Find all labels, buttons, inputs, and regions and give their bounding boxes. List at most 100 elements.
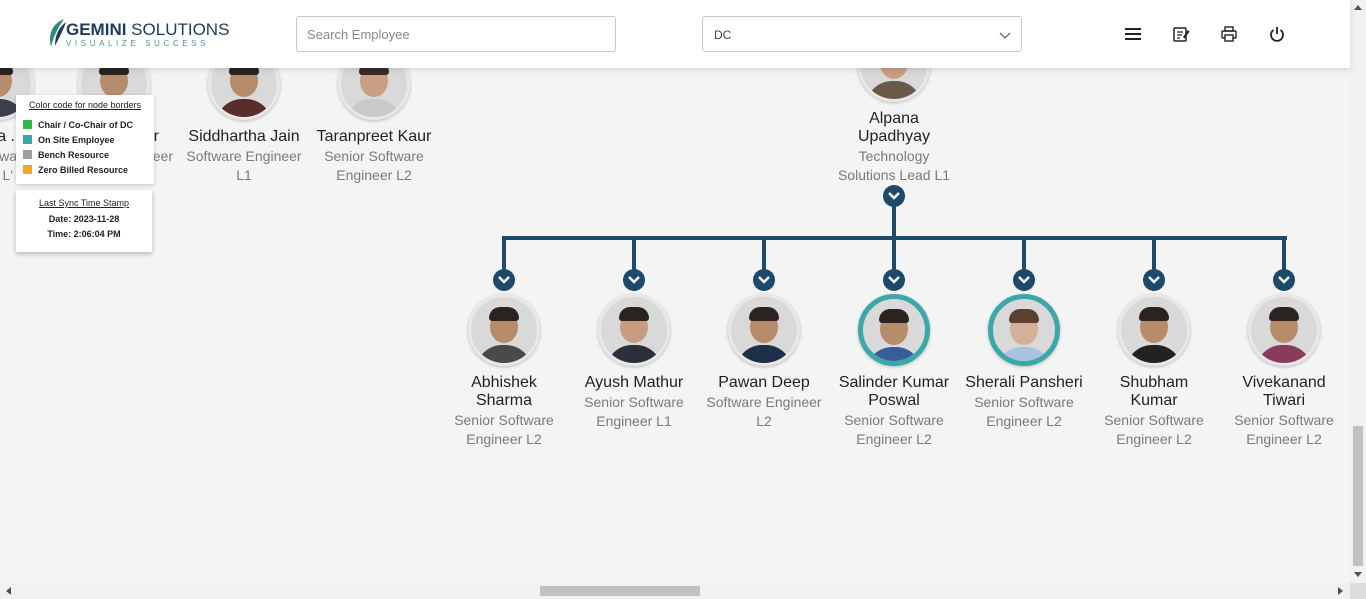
tree-connector	[632, 236, 636, 272]
tree-connector	[1022, 236, 1026, 272]
expand-toggle[interactable]	[1143, 269, 1165, 291]
employee-avatar	[728, 294, 800, 366]
chevron-down-icon	[758, 276, 770, 284]
scroll-down-arrow-icon[interactable]	[1354, 572, 1362, 578]
employee-node-siddhartha-jain[interactable]: Siddhartha Jain Software Engineer L1	[179, 48, 309, 184]
expand-toggle[interactable]	[883, 269, 905, 291]
employee-node-sherali-pansheri[interactable]: Sherali Pansheri Senior Software Enginee…	[959, 294, 1089, 430]
company-logo[interactable]: GEMINI SOLUTIONS VISUALIZE SUCCESS	[46, 16, 229, 50]
horizontal-scrollbar[interactable]	[0, 583, 1350, 599]
employee-name-line2: Upadhyay	[857, 128, 931, 145]
vertical-scrollbar[interactable]	[1350, 0, 1366, 583]
legend-item-zero-billed: Zero Billed Resource	[22, 163, 148, 178]
employee-name-line2: Tiwari	[1262, 392, 1306, 409]
notes-icon[interactable]	[1172, 25, 1190, 43]
employee-title-line2: Engineer L2	[466, 431, 542, 447]
employee-avatar	[1118, 294, 1190, 366]
employee-title-line2: Engineer L1	[596, 413, 672, 429]
employee-name: Ayush Mathur	[584, 374, 684, 391]
tree-connector	[762, 236, 766, 272]
legend-title: Color code for node borders	[28, 100, 142, 110]
legend-swatch	[23, 150, 32, 159]
scroll-up-arrow-icon[interactable]	[1354, 4, 1362, 10]
legend-item-onsite: On Site Employee	[22, 133, 148, 148]
employee-name: Abhishek	[471, 374, 537, 391]
department-select[interactable]: DC	[702, 16, 1022, 52]
legend-swatch	[23, 120, 32, 129]
legend-item-bench: Bench Resource	[22, 148, 148, 163]
last-sync-panel: Last Sync Time Stamp Date: 2023-11-28 Ti…	[16, 190, 152, 252]
tree-connector	[502, 236, 506, 272]
scroll-right-arrow-icon[interactable]	[1338, 587, 1344, 595]
employee-avatar	[468, 294, 540, 366]
employee-title: Senior Software	[844, 412, 944, 428]
employee-title: Software Engineer	[706, 394, 822, 410]
chevron-down-icon	[628, 276, 640, 284]
employee-name: Alpana	[869, 110, 919, 127]
search-employee-input[interactable]	[296, 16, 616, 52]
employee-name: Salinder Kumar	[838, 374, 950, 391]
employee-node-taranpreet-kaur[interactable]: Taranpreet Kaur Senior Software Engineer…	[309, 48, 439, 184]
scroll-left-arrow-icon[interactable]	[5, 587, 11, 595]
collapse-toggle[interactable]	[883, 185, 905, 207]
top-header: GEMINI SOLUTIONS VISUALIZE SUCCESS DC	[0, 0, 1350, 68]
employee-name-line2: Poswal	[868, 392, 920, 409]
expand-toggle[interactable]	[493, 269, 515, 291]
expand-toggle[interactable]	[1013, 269, 1035, 291]
hamburger-menu-icon[interactable]	[1124, 25, 1142, 43]
employee-title: Senior Software	[1234, 412, 1334, 428]
chevron-down-icon	[888, 192, 900, 200]
chevron-down-icon	[1278, 276, 1290, 284]
print-icon[interactable]	[1220, 25, 1238, 43]
employee-node-abhishek-sharma[interactable]: Abhishek Sharma Senior Software Engineer…	[439, 294, 569, 448]
chevron-down-icon	[1018, 276, 1030, 284]
employee-title-line2: Engineer L2	[856, 431, 932, 447]
employee-node-salinder-kumar-poswal[interactable]: Salinder Kumar Poswal Senior Software En…	[829, 294, 959, 448]
chevron-down-icon	[498, 276, 510, 284]
employee-title: Senior Software	[1104, 412, 1204, 428]
department-select-value: DC	[714, 28, 732, 42]
employee-avatar-onsite	[988, 294, 1060, 366]
power-icon[interactable]	[1268, 25, 1286, 43]
employee-avatar-onsite	[858, 294, 930, 366]
sync-date: Date: 2023-11-28	[48, 214, 120, 224]
employee-name: Taranpreet Kaur	[316, 128, 432, 145]
leaf-logo-icon	[50, 19, 66, 47]
legend-swatch	[23, 135, 32, 144]
tree-connector	[1282, 236, 1286, 272]
vertical-scroll-thumb[interactable]	[1353, 426, 1363, 566]
expand-toggle[interactable]	[623, 269, 645, 291]
employee-name: Vivekanand	[1242, 374, 1326, 391]
employee-node-vivekanand-tiwari[interactable]: Vivekanand Tiwari Senior Software Engine…	[1219, 294, 1349, 448]
employee-name: Siddhartha Jain	[188, 128, 300, 145]
chevron-down-icon	[999, 32, 1011, 39]
horizontal-scroll-thumb[interactable]	[540, 586, 700, 596]
tree-connector	[892, 205, 896, 239]
employee-avatar	[1248, 294, 1320, 366]
employee-avatar	[598, 294, 670, 366]
expand-toggle[interactable]	[753, 269, 775, 291]
expand-toggle[interactable]	[1273, 269, 1295, 291]
employee-node-shubham-kumar[interactable]: Shubham Kumar Senior Software Engineer L…	[1089, 294, 1219, 448]
employee-name: Sherali Pansheri	[965, 374, 1083, 391]
brand-name: GEMINI SOLUTIONS	[66, 20, 230, 39]
border-color-legend: Color code for node borders Chair / Co-C…	[16, 95, 154, 184]
employee-title-line2: Engineer L2	[1246, 431, 1322, 447]
employee-node-ayush-mathur[interactable]: Ayush Mathur Senior Software Engineer L1	[569, 294, 699, 430]
employee-title-line2: L1	[236, 167, 252, 183]
chevron-down-icon	[888, 276, 900, 284]
legend-swatch	[23, 165, 32, 174]
employee-title-line2: Solutions Lead L1	[837, 167, 951, 183]
employee-title: Senior Software	[974, 394, 1074, 410]
employee-title-line2: Engineer L2	[336, 167, 412, 183]
chevron-down-icon	[1148, 276, 1160, 284]
employee-node-pawan-deep[interactable]: Pawan Deep Software Engineer L2	[699, 294, 829, 430]
employee-title: Senior Software	[324, 148, 424, 164]
scrollbar-corner	[1350, 583, 1366, 599]
employee-title-line2: L2	[756, 413, 772, 429]
employee-title: Technology	[858, 148, 930, 164]
employee-title: Software Engineer	[186, 148, 302, 164]
tree-connector	[892, 236, 896, 272]
employee-name: Pawan Deep	[718, 374, 810, 391]
tree-connector	[1152, 236, 1156, 272]
